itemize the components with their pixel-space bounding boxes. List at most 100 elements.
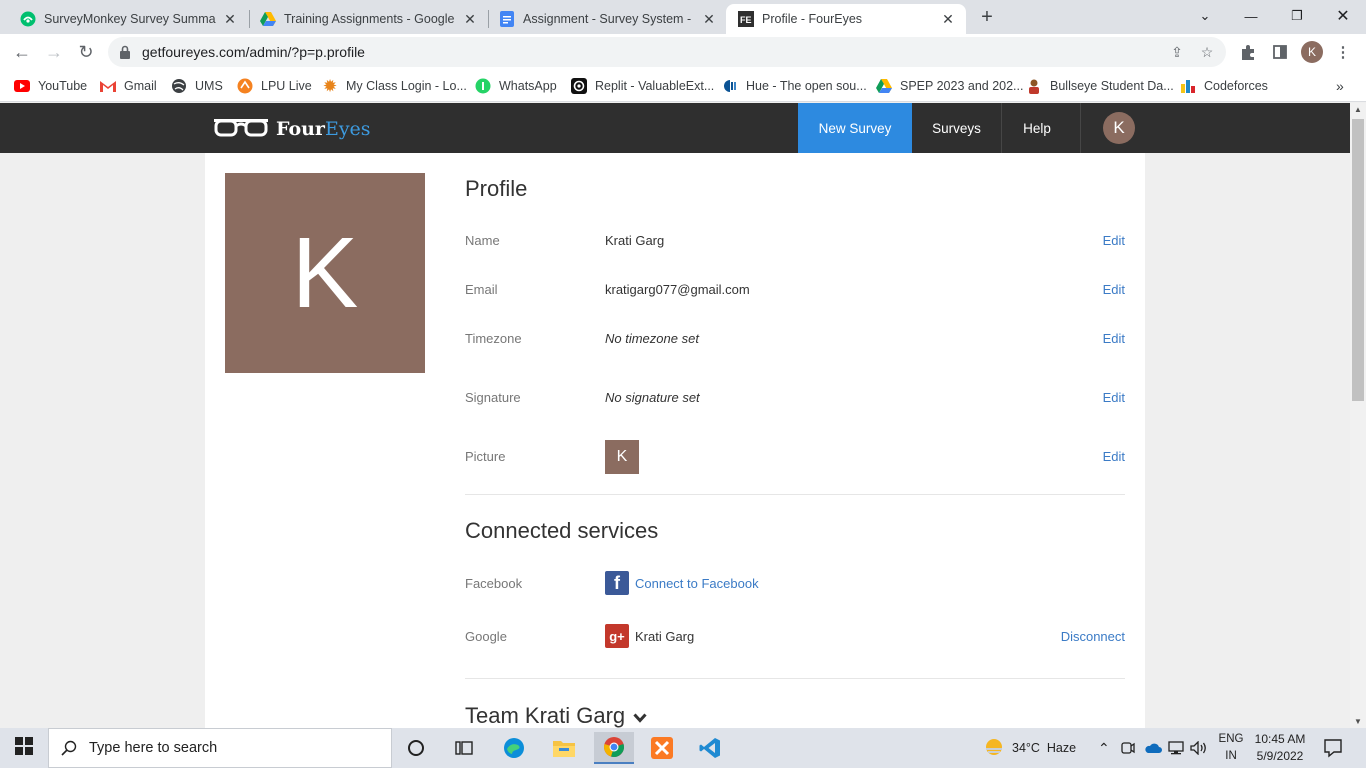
close-icon[interactable]: ✕ <box>701 11 717 27</box>
notification-center-icon[interactable] <box>1320 736 1346 760</box>
network-icon[interactable] <box>1168 728 1184 768</box>
bookmark-gmail[interactable]: Gmail <box>100 76 157 96</box>
chrome-icon[interactable] <box>594 732 634 764</box>
name-label: Name <box>465 233 500 248</box>
edge-icon[interactable] <box>494 732 534 764</box>
sun-icon: ✹ <box>323 78 337 95</box>
tab-search-button[interactable]: ⌄ <box>1182 0 1228 32</box>
extensions-icon[interactable] <box>1238 42 1258 62</box>
weather-widget[interactable]: 34°C Haze <box>984 728 1076 768</box>
windows-taskbar: Type here to search 34°C Haze ⌃ ENG IN 1… <box>0 728 1366 768</box>
language-indicator[interactable]: ENG IN <box>1216 731 1246 765</box>
bookmark-label: UMS <box>195 79 223 93</box>
tray-chevron-up-icon[interactable]: ⌃ <box>1098 728 1110 768</box>
bookmark-my-class-login[interactable]: ✹ My Class Login - Lo... <box>322 76 467 96</box>
tab-surveymonkey[interactable]: SurveyMonkey Survey Summary ✕ <box>8 4 248 34</box>
bookmark-bullseye[interactable]: Bullseye Student Da... <box>1026 76 1174 96</box>
clock-date: 5/9/2022 <box>1256 749 1304 763</box>
bookmark-spep[interactable]: SPEP 2023 and 202... <box>876 76 1023 96</box>
url-text: getfoureyes.com/admin/?p=p.profile <box>142 44 365 60</box>
youtube-icon <box>14 78 30 94</box>
reload-button[interactable]: ↻ <box>74 40 98 64</box>
disconnect-google-link[interactable]: Disconnect <box>1061 629 1125 644</box>
profile-heading: Profile <box>465 176 528 201</box>
bookmark-replit[interactable]: Replit - ValuableExt... <box>571 76 714 96</box>
signature-label: Signature <box>465 390 521 405</box>
timezone-value: No timezone set <box>605 331 699 346</box>
brand-first: Four <box>276 118 325 140</box>
weather-haze-icon <box>984 737 1004 760</box>
scrollbar-thumb[interactable] <box>1352 119 1364 401</box>
team-dropdown[interactable]: Team Krati Garg <box>465 703 647 728</box>
profile-card: K Profile Name Krati Garg Edit Email kra… <box>205 153 1145 728</box>
bookmark-lpu-live[interactable]: LPU Live <box>237 76 312 96</box>
hue-icon <box>722 78 738 94</box>
bookmark-whatsapp[interactable]: WhatsApp <box>475 76 557 96</box>
globe-icon <box>171 78 187 94</box>
restore-button[interactable]: ❐ <box>1274 0 1320 32</box>
edit-picture-link[interactable]: Edit <box>1103 449 1125 464</box>
taskbar-search-input[interactable]: Type here to search <box>48 728 392 768</box>
bookmark-youtube[interactable]: YouTube <box>14 76 87 96</box>
connect-facebook-link[interactable]: Connect to Facebook <box>635 576 759 591</box>
edit-timezone-link[interactable]: Edit <box>1103 331 1125 346</box>
close-icon[interactable]: ✕ <box>222 11 238 27</box>
surveymonkey-icon <box>20 11 36 27</box>
side-panel-icon[interactable] <box>1270 42 1290 62</box>
tab-assignment-survey-system[interactable]: Assignment - Survey System - Go ✕ <box>487 4 727 34</box>
address-bar[interactable]: getfoureyes.com/admin/?p=p.profile ⇪ ☆ <box>108 37 1226 67</box>
nav-help[interactable]: Help <box>1002 103 1072 153</box>
nav-surveys[interactable]: Surveys <box>912 103 1001 153</box>
cortana-icon[interactable] <box>396 732 436 764</box>
meet-now-icon[interactable] <box>1121 728 1135 768</box>
forward-button[interactable]: → <box>42 40 66 64</box>
bookmark-codeforces[interactable]: Codeforces <box>1180 76 1268 96</box>
profile-avatar[interactable]: K <box>1301 41 1323 63</box>
tab-profile-foureyes[interactable]: FE Profile - FourEyes ✕ <box>726 4 966 34</box>
browser-toolbar: ← → ↻ getfoureyes.com/admin/?p=p.profile… <box>0 34 1366 70</box>
google-drive-icon <box>260 11 276 27</box>
minimize-button[interactable]: — <box>1228 0 1274 32</box>
google-plus-icon: g+ <box>605 624 629 648</box>
facebook-label: Facebook <box>465 576 523 591</box>
vscode-icon[interactable] <box>690 732 730 764</box>
profile-avatar-large: K <box>225 173 425 373</box>
bookmark-label: YouTube <box>38 79 88 93</box>
tab-title: SurveyMonkey Survey Summary <box>44 12 216 26</box>
user-avatar[interactable]: K <box>1103 112 1135 144</box>
onedrive-icon[interactable] <box>1144 728 1162 768</box>
tab-training-assignments[interactable]: Training Assignments - Google D ✕ <box>248 4 488 34</box>
back-button[interactable]: ← <box>10 40 34 64</box>
foureyes-logo[interactable]: FourEyes <box>214 115 371 143</box>
whatsapp-icon <box>475 78 491 94</box>
menu-icon[interactable]: ⋮ <box>1333 42 1353 62</box>
task-view-icon[interactable] <box>444 732 484 764</box>
more-bookmarks-chevron-icon[interactable]: » <box>1336 76 1344 96</box>
scroll-up-arrow-icon[interactable]: ▲ <box>1354 105 1362 114</box>
close-icon[interactable]: ✕ <box>462 11 478 27</box>
bookmark-star-icon[interactable]: ☆ <box>1198 43 1216 61</box>
new-tab-button[interactable]: + <box>976 6 998 28</box>
lock-icon <box>120 45 130 59</box>
tab-title: Training Assignments - Google D <box>284 12 456 26</box>
volume-icon[interactable] <box>1190 728 1208 768</box>
close-window-button[interactable]: ✕ <box>1320 0 1366 32</box>
close-icon[interactable]: ✕ <box>940 11 956 27</box>
edit-email-link[interactable]: Edit <box>1103 282 1125 297</box>
share-icon[interactable]: ⇪ <box>1168 43 1186 61</box>
bookmark-ums[interactable]: UMS <box>171 76 223 96</box>
xampp-icon[interactable] <box>642 732 682 764</box>
replit-icon <box>571 78 587 94</box>
file-explorer-icon[interactable] <box>544 732 584 764</box>
gmail-icon <box>100 78 116 94</box>
page-scrollbar[interactable]: ▲ ▼ <box>1350 103 1366 728</box>
windows-start-button[interactable] <box>0 728 48 768</box>
edit-signature-link[interactable]: Edit <box>1103 390 1125 405</box>
edit-name-link[interactable]: Edit <box>1103 233 1125 248</box>
bookmark-hue[interactable]: Hue - The open sou... <box>722 76 867 96</box>
system-clock[interactable]: 10:45 AM 5/9/2022 <box>1252 731 1308 765</box>
facebook-icon: f <box>605 571 629 595</box>
new-survey-button[interactable]: New Survey <box>798 103 912 153</box>
picture-label: Picture <box>465 449 506 464</box>
scroll-down-arrow-icon[interactable]: ▼ <box>1354 717 1362 726</box>
